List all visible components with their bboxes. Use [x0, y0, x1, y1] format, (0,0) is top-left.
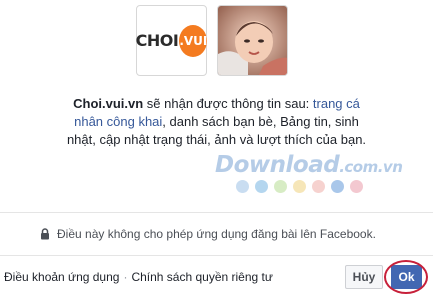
permission-dialog: CHOI .VUI Choi.vui.vn sẽ nhận được thông… [0, 0, 433, 297]
ok-button[interactable]: Ok [391, 265, 422, 289]
privacy-policy-link[interactable]: Chính sách quyền riêng tư [131, 270, 272, 284]
cancel-button[interactable]: Hủy [345, 265, 383, 289]
baby-photo-image [218, 6, 287, 75]
download-watermark: Download.com.vn [215, 152, 403, 178]
posting-notice: Điều này không cho phép ứng dụng đăng bà… [40, 227, 376, 241]
footer-links: Điều khoản ứng dụng · Chính sách quyền riê… [4, 270, 273, 284]
message-part-1: sẽ nhận được thông tin sau: [143, 96, 313, 111]
watermark-dot [236, 180, 249, 193]
watermark-dot [274, 180, 287, 193]
app-logo-badge: .VUI [179, 24, 208, 57]
watermark-dot [255, 180, 268, 193]
app-name: Choi.vui.vn [73, 96, 144, 111]
notice-text: Điều này không cho phép ứng dụng đăng bà… [57, 227, 376, 241]
watermark-suffix: .com.vn [339, 158, 403, 176]
watermark-dot [350, 180, 363, 193]
lock-icon [41, 228, 49, 240]
footer-separator: · [123, 270, 128, 284]
watermark-dot [293, 180, 306, 193]
app-logo: CHOI .VUI [135, 5, 208, 76]
app-terms-link[interactable]: Điều khoản ứng dụng [4, 270, 119, 284]
watermark-dot [331, 180, 344, 193]
watermark-text: Download [215, 152, 340, 178]
divider [0, 212, 433, 213]
user-avatar [217, 5, 288, 76]
app-logo-text: CHOI [135, 31, 179, 50]
permission-message: Choi.vui.vn sẽ nhận được thông tin sau: … [60, 95, 373, 149]
watermark-dot [312, 180, 325, 193]
dialog-footer: Điều khoản ứng dụng · Chính sách quyền riê… [0, 255, 433, 297]
watermark-dots [236, 180, 363, 193]
